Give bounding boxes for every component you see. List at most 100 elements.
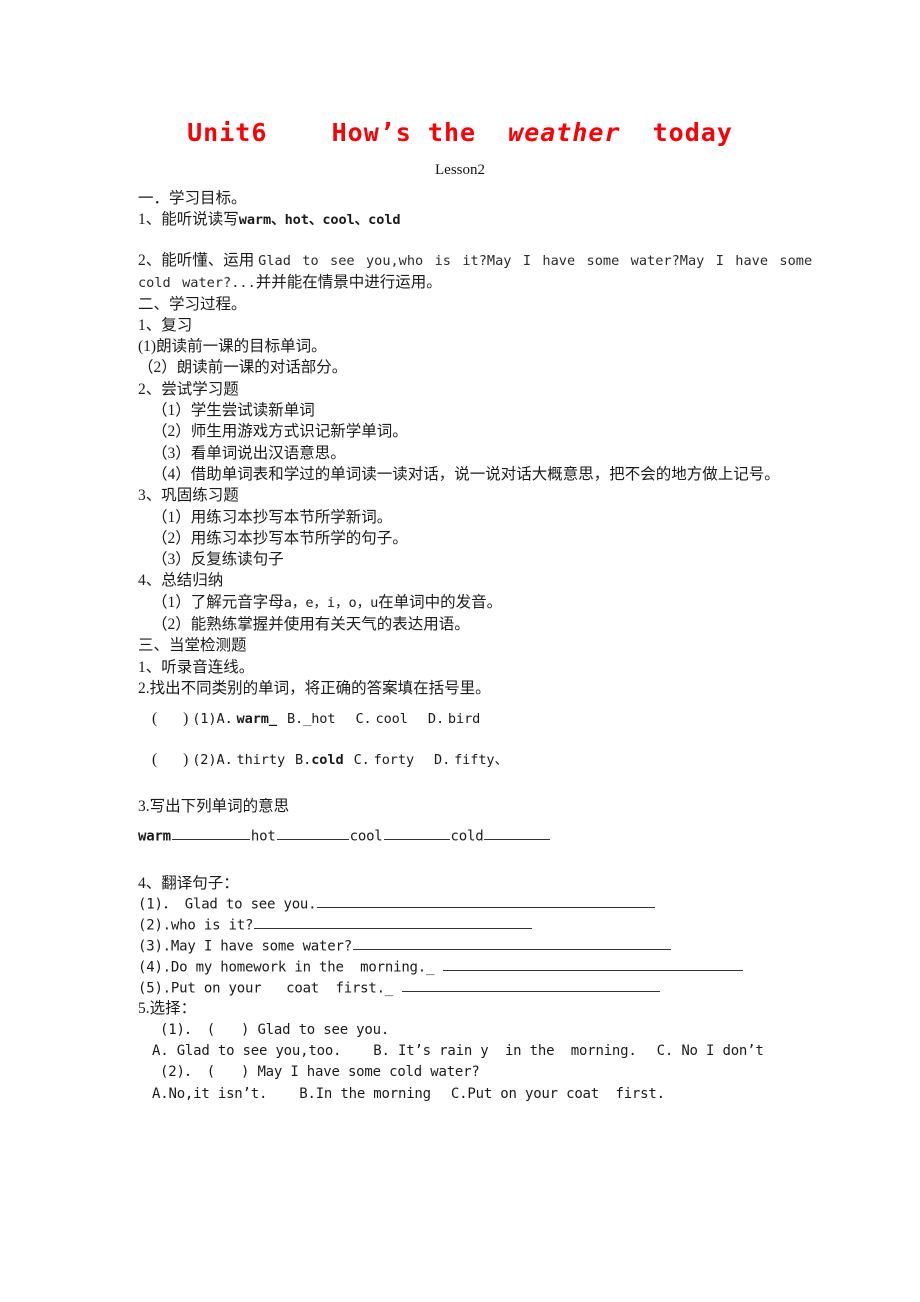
odd-1-number: (1) [192,711,217,728]
translate-2-sentence: who is it? [170,917,254,934]
document-body: 一．学习目标。 1、能听说读写warm、hot、cool、cold 2、能听懂、… [138,188,828,1105]
translate-5-sentence: Put on your coat first._ [170,979,394,996]
translate-3-number: (3). [138,938,171,955]
odd-2-option-d-label: D. [434,751,451,768]
choice-2-option-a-label: A. [152,1085,169,1102]
choice-2-option-b-text[interactable]: In the morning [316,1086,431,1102]
choice-2-option-c-text[interactable]: Put on your coat first. [467,1086,665,1102]
meaning-blank-hot[interactable] [276,826,349,841]
odd-one-out-row-1: () (1)A. warm_ B._hot C. cool D. bird [152,710,481,728]
review-heading: 1、复习 [138,316,193,334]
review-item-1: (1)朗读前一课的目标单词。 [138,338,327,356]
odd-1-option-a-label: A. [216,711,233,728]
try-heading: 2、尝试学习题 [138,380,239,398]
test-heading: 三、当堂检测题 [138,637,247,655]
odd-1-option-d-text[interactable]: bird [448,711,480,727]
translate-3-sentence: May I have some water? [170,938,352,955]
goal-1-words: warm、hot、cool、cold [238,212,401,229]
meaning-word-hot: hot [250,828,276,845]
choice-1-stem: Glad to see you. [257,1021,390,1038]
consolidate-item-1: （1）用练习本抄写本节所学新词。 [152,508,393,526]
goal-2-suffix: 并并能在情景中进行运用。 [255,273,442,291]
meaning-blank-cool[interactable] [383,826,450,841]
translate-4-number: (4). [138,958,171,975]
translate-item-3: (3).May I have some water? [138,936,828,957]
choice-heading: 5.选择： [138,1000,197,1018]
odd-1-option-c-text[interactable]: cool [376,711,408,727]
page-title: Unit6 How’s the weather today [0,118,920,147]
odd-2-option-b-text[interactable]: cold [311,752,343,768]
review-item-2: （2）朗读前一课的对话部分。 [138,359,348,377]
translate-1-number: (1)． [138,896,177,913]
meaning-word-cool: cool [349,828,383,845]
lesson-subtitle: Lesson2 [435,162,485,178]
try-item-3: （3）看单词说出汉语意思。 [152,444,346,462]
meaning-blank-cold[interactable] [484,826,551,841]
summary-item-2: （2）能熟练掌握并使用有关天气的表达用语。 [152,616,470,634]
odd-1-option-b-label: B. [286,711,304,728]
meanings-heading: 3.写出下列单词的意思 [138,797,290,815]
choice-2-option-b-label: B. [299,1085,316,1102]
translate-2-number: (2). [138,917,171,934]
translate-blank-5[interactable] [402,978,661,992]
consolidate-item-3: （3）反复练读句子 [152,551,284,569]
choice-1-number: (1)． [160,1021,199,1038]
summary-item-1-prefix: （1）了解元音字母 [152,593,284,611]
try-item-2: （2）师生用游戏方式识记新学单词。 [152,423,408,441]
choice-1-option-a-label: A. [152,1043,169,1060]
title-part-post: today [620,118,733,147]
choice-question-1: (1)． () Glad to see you. [160,1021,390,1038]
odd-2-option-c-label: C. [353,751,370,768]
consolidate-heading: 3、巩固练习题 [138,487,239,505]
meanings-blanks-row: warm hot cool cold [138,826,828,848]
meaning-blank-warm[interactable] [171,826,250,841]
odd-1-option-a-text[interactable]: warm_ [237,711,278,727]
odd-2-option-a-text[interactable]: thirty [237,752,286,768]
odd-1-option-b-text[interactable]: _hot [303,711,335,727]
choice-2-options: A.No,it isn’t. B.In the morning C.Put on y… [138,1084,828,1105]
document-page: Unit6 How’s the weather today Lesson2 一．… [0,0,920,1302]
consolidate-item-2: （2）用练习本抄写本节所学的句子。 [152,529,408,547]
odd-1-option-c-label: C. [355,711,372,728]
translate-item-5: (5).Put on your coat first._ [138,978,828,999]
choice-2-option-c-label: C. [450,1085,468,1102]
try-item-4: （4）借助单词表和学过的单词读一读对话，说一说对话大概意思，把不会的地方做上记号… [152,465,780,483]
choice-1-options: A. Glad to see you,too. B. It’s rain y in… [138,1041,828,1062]
translate-blank-3[interactable] [352,936,671,951]
choice-2-stem: May I have some cold water? [257,1064,480,1081]
meaning-word-cold: cold [450,828,484,845]
title-part-pre: Unit6 How’s the [187,118,509,147]
odd-2-option-b-label: B. [295,751,312,768]
choice-question-2: (2)． () May I have some cold water? [160,1064,480,1081]
goal-2-prefix: 2、能听懂、运用 [138,251,259,269]
summary-heading: 4、总结归纳 [138,572,224,590]
odd-one-out-row-2: () (2)A. thirty B.cold C. forty D. fifty、 [152,750,508,768]
try-item-1: （1）学生尝试读新单词 [152,402,315,420]
goal-1-prefix: 1、能听说读写 [138,211,239,229]
translate-item-1: (1)． Glad to see you. [138,894,828,915]
choice-1-option-b-label: B. [373,1043,390,1060]
choice-2-option-a-text[interactable]: No,it isn’t. [168,1086,267,1102]
odd-1-option-d-label: D. [427,711,445,728]
translate-blank-1[interactable] [317,894,656,909]
odd-2-option-d-text[interactable]: fifty、 [454,752,508,768]
translate-heading: 4、翻译句子： [138,874,239,892]
translate-blank-2[interactable] [254,915,533,930]
translate-item-4: (4).Do my homework in the morning._ [138,957,828,978]
summary-item-1: （1）了解元音字母a，e，i，o，u在单词中的发音。 [138,592,828,614]
test-question-1: 1、听录音连线。 [138,658,255,676]
odd-2-number: (2) [192,751,217,768]
choice-1-option-c-label: C. [656,1043,674,1060]
choice-1-option-c-text[interactable]: No I don’t [681,1043,763,1059]
summary-item-1-suffix: 在单词中的发音。 [378,593,503,611]
translate-1-sentence: Glad to see you. [184,896,317,913]
process-heading: 二、学习过程。 [138,295,247,313]
translate-4-sentence: Do my homework in the morning._ [170,958,435,975]
translate-item-2: (2).who is it? [138,915,828,936]
title-italic-word: weather [508,118,621,147]
choice-1-option-b-text[interactable]: It’s rain y in the morning. [398,1043,637,1059]
translate-blank-4[interactable] [443,957,744,971]
choice-1-option-a-text[interactable]: Glad to see you,too. [177,1043,342,1059]
vowel-letters: a，e，i，o，u [283,594,379,611]
odd-2-option-c-text[interactable]: forty [374,752,415,768]
